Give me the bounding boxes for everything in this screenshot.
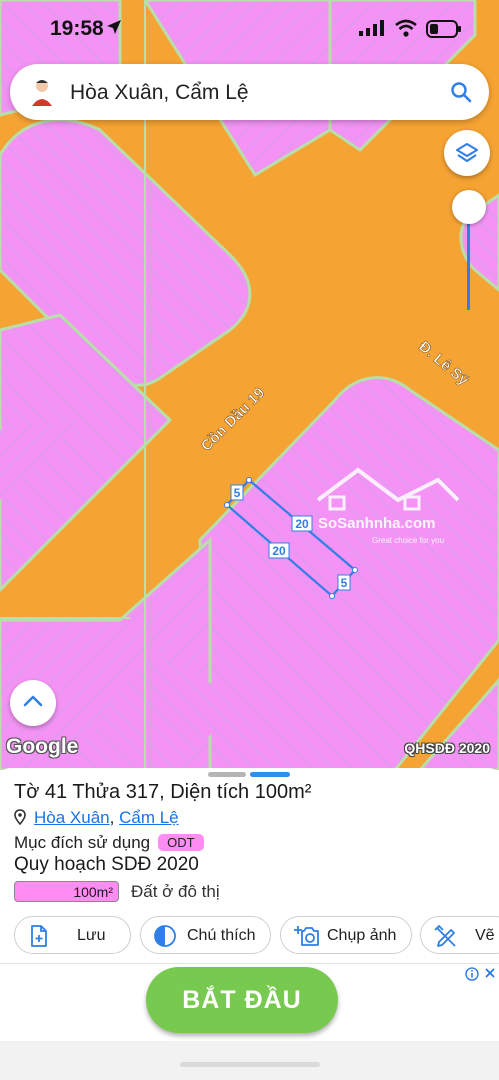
parcel-vertex — [246, 477, 252, 483]
parcel-vertex — [329, 593, 335, 599]
watermark-tagline: Great choice for you — [372, 536, 444, 545]
take-photo-label: Chụp ảnh — [327, 927, 397, 944]
parcel-vertex — [224, 502, 230, 508]
home-indicator[interactable] — [180, 1062, 320, 1067]
svg-text:20: 20 — [295, 517, 309, 531]
dimension-label-short-bottom: 5 — [337, 574, 351, 591]
parcel-info-sheet: Tờ 41 Thửa 317, Diện tích 100m² Hòa Xuân… — [0, 768, 499, 968]
ad-start-button[interactable]: BẮT ĐẦU — [146, 967, 338, 1033]
plan-title: Quy hoạch SDĐ 2020 — [14, 854, 199, 875]
bottom-safe-area — [0, 1041, 499, 1080]
action-bar: Lưu Chú thích Chụp ảnh Vẽ — [0, 916, 499, 954]
legend-label: Chú thích — [187, 927, 256, 944]
search-input[interactable]: Hòa Xuân, Cẩm Lệ — [70, 81, 249, 105]
legend-button[interactable]: Chú thích — [140, 916, 271, 954]
location-separator: , — [109, 808, 115, 827]
ad-info-icon[interactable] — [465, 967, 479, 981]
layers-icon — [456, 143, 478, 162]
status-time: 19:58 — [50, 17, 104, 40]
add-photo-icon — [294, 926, 319, 946]
status-bar: 19:58 — [0, 0, 499, 60]
chevron-up-icon — [23, 695, 43, 707]
ward-link[interactable]: Hòa Xuân — [34, 808, 110, 827]
wifi-icon — [395, 19, 417, 37]
watermark-brand: SoSanhnha.com — [318, 515, 436, 532]
ad-close-icon[interactable] — [484, 967, 496, 979]
land-use-description: Đất ở đô thị — [131, 882, 220, 901]
search-bar[interactable]: Hòa Xuân, Cẩm Lệ — [10, 64, 489, 120]
sheet-handle-active[interactable] — [250, 772, 290, 777]
location-arrow-icon — [107, 20, 121, 34]
avatar[interactable] — [24, 74, 60, 110]
sheet-handle[interactable] — [208, 772, 246, 777]
parcel-title: Tờ 41 Thửa 317, Diện tích 100m² — [14, 781, 312, 803]
dimension-label-long-bottom: 20 — [268, 542, 290, 559]
dimension-label-long-top: 20 — [291, 515, 313, 532]
layers-button[interactable] — [444, 130, 490, 176]
purpose-code-badge: ODT — [158, 834, 204, 851]
battery-icon — [426, 20, 461, 38]
map-source-label: QHSDĐ 2020 — [404, 740, 490, 756]
draw-tools-icon — [434, 924, 456, 947]
purpose-line: Mục đích sử dụng ODT — [14, 833, 204, 853]
draw-button[interactable]: Vẽ — [420, 916, 499, 954]
parcel-vertex — [352, 567, 358, 573]
district-link[interactable]: Cẩm Lệ — [119, 808, 179, 827]
search-icon[interactable] — [449, 80, 473, 104]
land-use-area-box: 100m² — [14, 881, 119, 902]
svg-text:5: 5 — [341, 576, 348, 590]
svg-text:20: 20 — [272, 544, 286, 558]
dimension-label-short-top: 5 — [230, 484, 244, 501]
opacity-slider-track[interactable] — [467, 210, 470, 310]
contrast-icon — [154, 925, 176, 947]
take-photo-button[interactable]: Chụp ảnh — [280, 916, 412, 954]
land-use-row: 100m² Đất ở đô thị — [14, 881, 434, 903]
location-pin-icon — [14, 809, 26, 826]
ad-banner[interactable]: BẮT ĐẦU — [0, 963, 499, 1041]
google-logo: Google — [6, 735, 79, 758]
location-line: Hòa Xuân, Cẩm Lệ — [14, 808, 179, 828]
save-label: Lưu — [77, 927, 106, 944]
svg-text:5: 5 — [234, 486, 241, 500]
save-button[interactable]: Lưu — [14, 916, 131, 954]
opacity-slider-handle[interactable] — [452, 190, 486, 224]
purpose-label: Mục đích sử dụng — [14, 833, 151, 852]
add-file-icon — [31, 925, 47, 947]
signal-icon — [359, 20, 384, 36]
draw-label: Vẽ — [475, 927, 495, 944]
expand-sheet-button[interactable] — [10, 680, 56, 726]
